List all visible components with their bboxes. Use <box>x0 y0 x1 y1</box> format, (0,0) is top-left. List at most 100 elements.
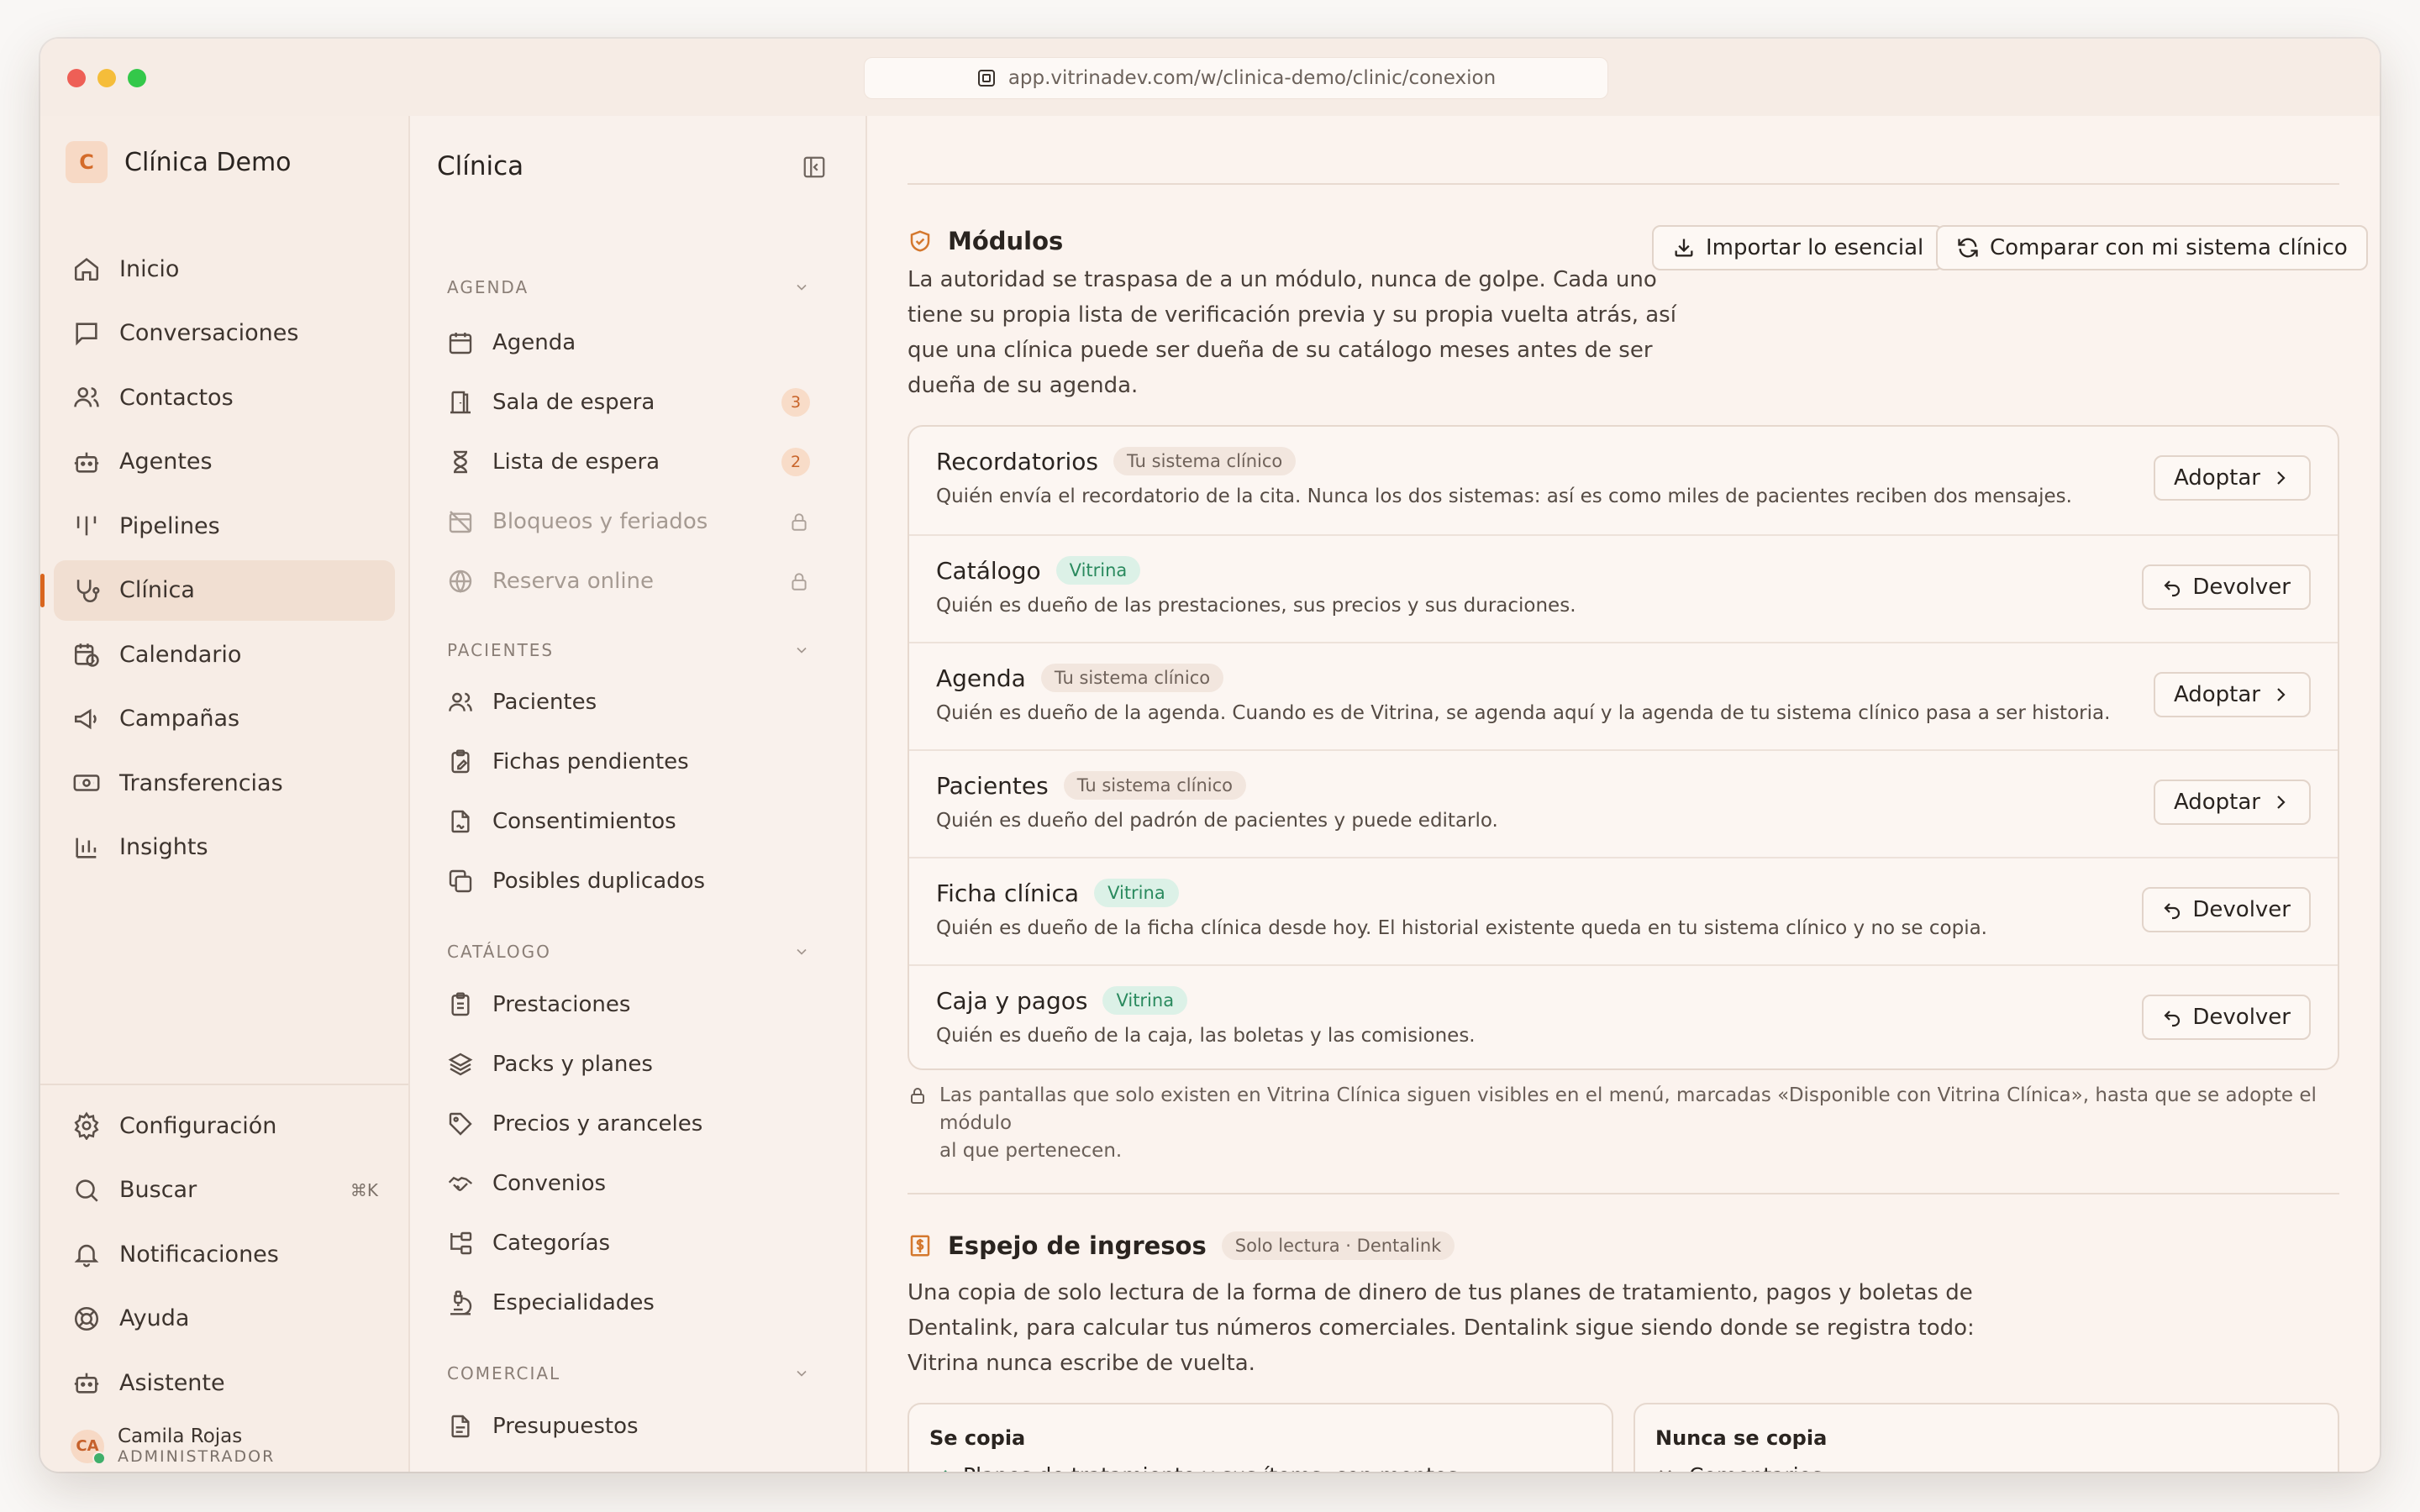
sidebar-item-transferencias[interactable]: Transferencias <box>54 753 395 813</box>
section-header-agenda[interactable]: AGENDA <box>447 277 810 297</box>
owner-badge: Tu sistema clínico <box>1063 771 1246 800</box>
import-essentials-button[interactable]: Importar lo esencial <box>1652 225 1944 270</box>
sidebar-item-contactos[interactable]: Contactos <box>54 367 395 428</box>
chat-icon <box>76 322 97 345</box>
workspace-switcher[interactable]: C Clínica Demo <box>66 141 292 183</box>
sidebar-item-calendario[interactable]: Calendario <box>54 624 395 685</box>
return-button[interactable]: Devolver <box>2142 887 2311 932</box>
layers-icon <box>448 1053 473 1076</box>
clinic-nav-item-bloqueos-y-feriados[interactable]: Bloqueos y feriados <box>447 496 810 547</box>
compare-system-button[interactable]: Comparar con mi sistema clínico <box>1936 225 2368 270</box>
never-copied-item: Comentarios <box>1655 1463 1823 1472</box>
owner-badge: Tu sistema clínico <box>1113 447 1297 475</box>
action-label: Adoptar <box>2173 465 2260 491</box>
module-description: Quién es dueño de la agenda. Cuando es d… <box>936 702 2111 724</box>
collapse-sidebar-button[interactable] <box>802 155 827 180</box>
count-badge: 2 <box>781 448 810 476</box>
sidebar-item-ayuda[interactable]: Ayuda <box>54 1289 395 1349</box>
user-profile[interactable]: CA Camila Rojas ADMINISTRADOR <box>71 1425 276 1467</box>
maximize-window-button[interactable] <box>128 69 146 87</box>
clinic-nav-item-precios-y-aranceles[interactable]: Precios y aranceles <box>447 1099 810 1149</box>
clipboard-pen-icon <box>451 749 470 774</box>
handshake-icon <box>448 1176 473 1191</box>
user-role: ADMINISTRADOR <box>118 1447 276 1467</box>
adopt-button[interactable]: Adoptar <box>2153 455 2311 501</box>
clinic-nav-item-posibles-duplicados[interactable]: Posibles duplicados <box>447 856 810 906</box>
clinic-nav-item-reserva-online[interactable]: Reserva online <box>447 556 810 606</box>
sidebar-item-label: Contactos <box>119 384 234 411</box>
sidebar-item-label: Conversaciones <box>119 320 299 346</box>
undo-icon <box>2164 580 2181 597</box>
lock-icon-wrap <box>788 570 810 592</box>
module-name: Catálogo Vitrina <box>936 556 1141 585</box>
sidebar-item-buscar[interactable]: Buscar ⌘K <box>54 1160 395 1221</box>
sidebar-item-campanas[interactable]: Campañas <box>54 689 395 749</box>
module-name: Caja y pagos Vitrina <box>936 986 1188 1015</box>
minimize-window-button[interactable] <box>97 69 116 87</box>
clinic-nav-item-convenios[interactable]: Convenios <box>447 1158 810 1209</box>
address-bar[interactable]: app.vitrinadev.com/w/clinica-demo/clinic… <box>864 57 1608 99</box>
lock-icon <box>792 573 807 591</box>
sidebar-item-asistente[interactable]: Asistente <box>54 1352 395 1413</box>
clinic-nav-item-pacientes[interactable]: Pacientes <box>447 677 810 727</box>
action-label: Devolver <box>2192 897 2291 922</box>
clinic-nav-item-especialidades[interactable]: Especialidades <box>447 1278 810 1328</box>
clinic-nav-item-fichas-pendientes[interactable]: Fichas pendientes <box>447 737 810 787</box>
sidebar-item-label: Asistente <box>119 1369 225 1396</box>
module-description: Quién es dueño del padrón de pacientes y… <box>936 810 1498 832</box>
adopt-button[interactable]: Adoptar <box>2153 672 2311 717</box>
search-icon <box>76 1179 98 1202</box>
modules-list: Recordatorios Tu sistema clínico Quién env… <box>908 425 2339 1070</box>
return-button[interactable]: Devolver <box>2142 564 2311 610</box>
never-copied-title: Nunca se copia <box>1655 1426 1828 1450</box>
user-name: Camila Rojas <box>118 1425 243 1447</box>
sidebar-item-pipelines[interactable]: Pipelines <box>54 496 395 556</box>
section-header-catalogo[interactable]: CATÁLOGO <box>447 942 810 962</box>
clinic-nav-item-agenda[interactable]: Agenda <box>447 318 810 368</box>
sidebar-item-inicio[interactable]: Inicio <box>54 239 395 299</box>
chevron-right-icon <box>2277 795 2286 809</box>
folder-tree-icon <box>450 1231 472 1255</box>
keyboard-shortcut: ⌘K <box>350 1179 378 1200</box>
section-header-pacientes[interactable]: PACIENTES <box>447 640 810 660</box>
clinic-nav-item-sala-de-espera[interactable]: Sala de espera 3 <box>447 377 810 428</box>
tag-icon <box>449 1112 472 1136</box>
owner-badge: Vitrina <box>1102 986 1188 1015</box>
module-name: Ficha clínica Vitrina <box>936 879 1179 907</box>
title-bar: app.vitrinadev.com/w/clinica-demo/clinic… <box>40 39 2380 118</box>
section-header-comercial[interactable]: COMERCIAL <box>447 1363 810 1383</box>
espejo-heading: Espejo de ingresos Solo lectura · Dental… <box>908 1231 1455 1260</box>
clinic-nav-item-consentimientos[interactable]: Consentimientos <box>447 796 810 847</box>
return-button[interactable]: Devolver <box>2142 995 2311 1040</box>
clinic-nav-label: Posibles duplicados <box>492 869 706 894</box>
sidebar-item-insights[interactable]: Insights <box>54 817 395 878</box>
section-label: AGENDA <box>447 277 529 297</box>
clinic-nav-item-lista-de-espera[interactable]: Lista de espera 2 <box>447 437 810 487</box>
sidebar-item-notificaciones[interactable]: Notificaciones <box>54 1224 395 1284</box>
clinic-nav-label: Precios y aranceles <box>492 1111 703 1137</box>
sidebar-item-agentes[interactable]: Agentes <box>54 432 395 492</box>
avatar: CA <box>71 1429 106 1465</box>
clinic-nav-label: Fichas pendientes <box>492 749 689 774</box>
sidebar-item-label: Insights <box>119 834 208 860</box>
module-row-recordatorios: Recordatorios Tu sistema clínico Quién env… <box>909 427 2338 534</box>
sidebar-item-clinica[interactable]: Clínica <box>40 559 395 621</box>
calendar-clock-icon <box>74 643 99 667</box>
sidebar-item-label: Ayuda <box>119 1305 190 1331</box>
section-label: COMERCIAL <box>447 1363 561 1383</box>
check-icon <box>943 1469 947 1472</box>
close-window-button[interactable] <box>67 69 86 87</box>
lock-icon-wrap <box>788 511 810 533</box>
modules-footnote: Las pantallas que solo existen en Vitrin… <box>908 1082 2339 1165</box>
sidebar-item-label: Inicio <box>119 255 180 282</box>
sidebar-item-configuracion[interactable]: Configuración <box>54 1095 395 1156</box>
clinic-nav-item-packs-y-planes[interactable]: Packs y planes <box>447 1039 810 1089</box>
clinic-nav-item-presupuestos[interactable]: Presupuestos <box>447 1401 810 1452</box>
main-content: Módulos La autoridad se traspasa de a un… <box>867 116 2380 1472</box>
clinic-nav-item-planes-de-tratamiento[interactable]: Planes de tratamiento <box>447 1461 810 1472</box>
sidebar-item-conversaciones[interactable]: Conversaciones <box>54 303 395 364</box>
clinic-nav-item-categorias[interactable]: Categorías <box>447 1218 810 1268</box>
adopt-button[interactable]: Adoptar <box>2153 780 2311 825</box>
bot-icon <box>74 1373 99 1394</box>
clinic-nav-item-prestaciones[interactable]: Prestaciones <box>447 979 810 1030</box>
